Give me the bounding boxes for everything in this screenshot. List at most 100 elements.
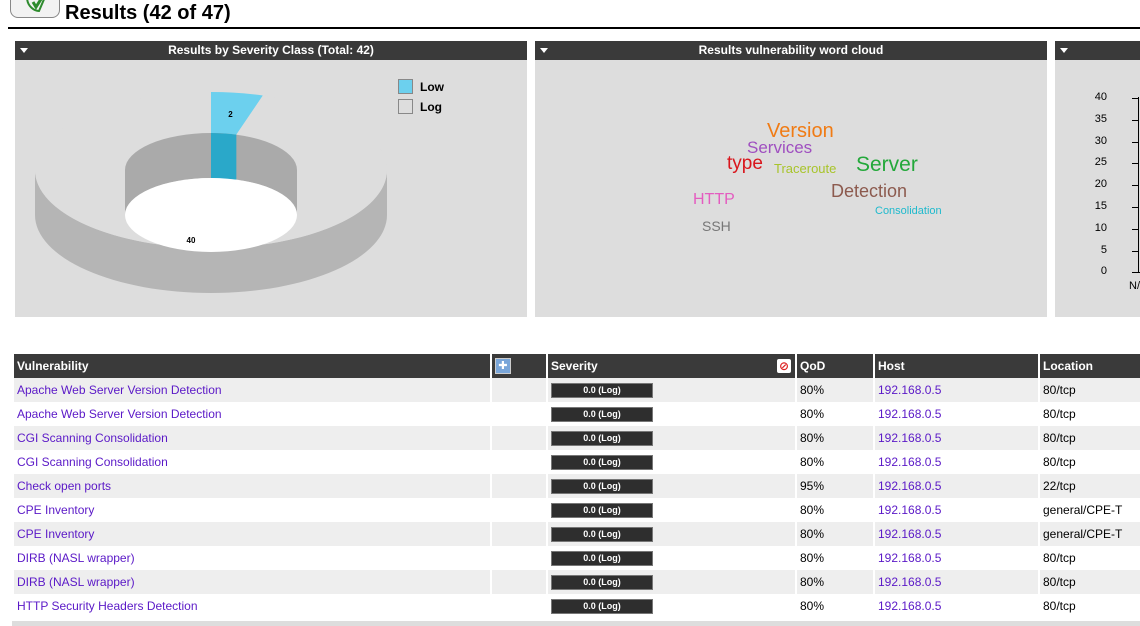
word-cloud-word[interactable]: HTTP — [693, 191, 735, 209]
results-logo-icon — [10, 0, 60, 18]
qod-cell: 80% — [797, 378, 873, 402]
host-link[interactable]: 192.168.0.5 — [878, 575, 941, 589]
host-cell: 192.168.0.5 — [875, 522, 1038, 546]
col-severity[interactable]: Severity ⊘ — [548, 354, 795, 378]
word-cloud-word[interactable]: type — [727, 153, 763, 175]
vulnerability-link[interactable]: HTTP Security Headers Detection — [17, 599, 198, 613]
host-cell: 192.168.0.5 — [875, 570, 1038, 594]
table-row[interactable]: DIRB (NASL wrapper) 0.0 (Log) 80% 192.168.0… — [14, 546, 1140, 570]
host-link[interactable]: 192.168.0.5 — [878, 431, 941, 445]
severity-bar: 0.0 (Log) — [551, 478, 653, 494]
table-row[interactable]: Apache Web Server Version Detection 0.0 (… — [14, 402, 1140, 426]
severity-panel-header[interactable]: Results by Severity Class (Total: 42) — [15, 41, 527, 60]
vulnerability-link[interactable]: DIRB (NASL wrapper) — [17, 551, 135, 565]
location-cell: 80/tcp — [1040, 402, 1140, 426]
severity-cell: 0.0 (Log) — [548, 570, 795, 594]
table-row[interactable]: HTTP Security Headers Detection 0.0 (Log)… — [14, 594, 1140, 618]
severity-bar: 0.0 (Log) — [551, 406, 653, 422]
location-cell: 80/tcp — [1040, 426, 1140, 450]
vulnerability-link[interactable]: Check open ports — [17, 479, 111, 493]
word-cloud-word[interactable]: SSH — [702, 218, 731, 234]
word-cloud-word[interactable]: Traceroute — [774, 161, 836, 176]
table-row[interactable]: CPE Inventory 0.0 (Log) 80% 192.168.0.5 gene… — [14, 498, 1140, 522]
collapse-icon[interactable] — [20, 48, 28, 53]
y-axis-tick — [1132, 98, 1138, 99]
collapse-icon[interactable] — [1060, 48, 1068, 53]
vulnerability-link[interactable]: CPE Inventory — [17, 527, 94, 541]
vulnerability-cell: CPE Inventory — [14, 498, 490, 522]
col-location[interactable]: Location — [1040, 354, 1140, 378]
host-link[interactable]: 192.168.0.5 — [878, 551, 941, 565]
vulnerability-cell: Apache Web Server Version Detection — [14, 378, 490, 402]
host-cell: 192.168.0.5 — [875, 546, 1038, 570]
vulnerability-cell: Apache Web Server Version Detection — [14, 402, 490, 426]
sort-filter-icon[interactable]: ⊘ — [777, 359, 791, 373]
vulnerability-link[interactable]: CPE Inventory — [17, 503, 94, 517]
qod-cell: 80% — [797, 498, 873, 522]
location-cell: 80/tcp — [1040, 450, 1140, 474]
severity-chart-panel: Results by Severity Class (Total: 42) 2 4… — [15, 41, 527, 317]
legend-item[interactable]: Low — [398, 79, 444, 94]
host-cell: 192.168.0.5 — [875, 474, 1038, 498]
host-link[interactable]: 192.168.0.5 — [878, 479, 941, 493]
host-cell: 192.168.0.5 — [875, 594, 1038, 618]
vulnerability-link[interactable]: CGI Scanning Consolidation — [17, 455, 168, 469]
host-link[interactable]: 192.168.0.5 — [878, 503, 941, 517]
bar-chart-panel-header[interactable] — [1055, 41, 1140, 60]
table-row[interactable]: CPE Inventory 0.0 (Log) 80% 192.168.0.5 gene… — [14, 522, 1140, 546]
table-row[interactable]: Check open ports 0.0 (Log) 95% 192.168.0.5 2… — [14, 474, 1140, 498]
col-solution-type[interactable]: ✚ — [492, 354, 546, 378]
table-footer-strip — [12, 621, 1140, 626]
qod-cell: 80% — [797, 594, 873, 618]
y-axis-tick-label: 10 — [1094, 221, 1107, 234]
x-axis-tick-label: N/ — [1129, 280, 1140, 292]
collapse-icon[interactable] — [540, 48, 548, 53]
word-cloud-panel-header[interactable]: Results vulnerability word cloud — [535, 41, 1047, 60]
y-axis-tick-label: 0 — [1100, 265, 1107, 278]
vulnerability-link[interactable]: Apache Web Server Version Detection — [17, 383, 222, 397]
table-row[interactable]: CGI Scanning Consolidation 0.0 (Log) 80% 19… — [14, 426, 1140, 450]
bar-chart-panel: N/ 40 35 30 25 20 15 10 5 0 — [1055, 41, 1140, 317]
host-link[interactable]: 192.168.0.5 — [878, 383, 941, 397]
table-row[interactable]: DIRB (NASL wrapper) 0.0 (Log) 80% 192.168.0… — [14, 570, 1140, 594]
host-link[interactable]: 192.168.0.5 — [878, 455, 941, 469]
table-row[interactable]: Apache Web Server Version Detection 0.0 (… — [14, 378, 1140, 402]
severity-bar: 0.0 (Log) — [551, 454, 653, 470]
vulnerability-cell: DIRB (NASL wrapper) — [14, 546, 490, 570]
host-cell: 192.168.0.5 — [875, 450, 1038, 474]
col-host[interactable]: Host — [875, 354, 1038, 378]
legend-item[interactable]: Log — [398, 99, 444, 114]
host-link[interactable]: 192.168.0.5 — [878, 599, 941, 613]
solution-type-cell — [492, 522, 546, 546]
col-vulnerability[interactable]: Vulnerability — [14, 354, 490, 378]
legend-label: Low — [420, 79, 444, 94]
word-cloud-word[interactable]: Detection — [831, 181, 907, 202]
donut-hole — [125, 178, 297, 252]
solution-type-icon[interactable]: ✚ — [495, 358, 511, 374]
page-title: Results (42 of 47) — [65, 2, 231, 24]
word-cloud-word[interactable]: Consolidation — [875, 205, 942, 217]
vulnerability-link[interactable]: DIRB (NASL wrapper) — [17, 575, 135, 589]
donut-slice-low-wall — [211, 133, 237, 180]
host-link[interactable]: 192.168.0.5 — [878, 407, 941, 421]
severity-legend: Low Log — [398, 79, 444, 119]
vulnerability-link[interactable]: CGI Scanning Consolidation — [17, 431, 168, 445]
y-axis-tick — [1132, 119, 1138, 121]
severity-cell: 0.0 (Log) — [548, 474, 795, 498]
y-axis-tick — [1132, 185, 1138, 187]
col-qod[interactable]: QoD — [797, 354, 873, 378]
host-link[interactable]: 192.168.0.5 — [878, 527, 941, 541]
y-axis-tick-label: 30 — [1094, 134, 1107, 147]
severity-donut-chart: 2 40 — [35, 92, 388, 293]
table-row[interactable]: CGI Scanning Consolidation 0.0 (Log) 80% 19… — [14, 450, 1140, 474]
y-axis-tick-label: 20 — [1094, 178, 1107, 191]
y-axis-tick — [1132, 272, 1138, 274]
severity-cell: 0.0 (Log) — [548, 522, 795, 546]
word-cloud-word[interactable]: Server — [856, 153, 918, 177]
donut-value-label: 40 — [187, 236, 196, 245]
severity-cell: 0.0 (Log) — [548, 426, 795, 450]
severity-bar: 0.0 (Log) — [551, 382, 653, 398]
severity-bar: 0.0 (Log) — [551, 550, 653, 566]
vulnerability-link[interactable]: Apache Web Server Version Detection — [17, 407, 222, 421]
qod-cell: 80% — [797, 450, 873, 474]
